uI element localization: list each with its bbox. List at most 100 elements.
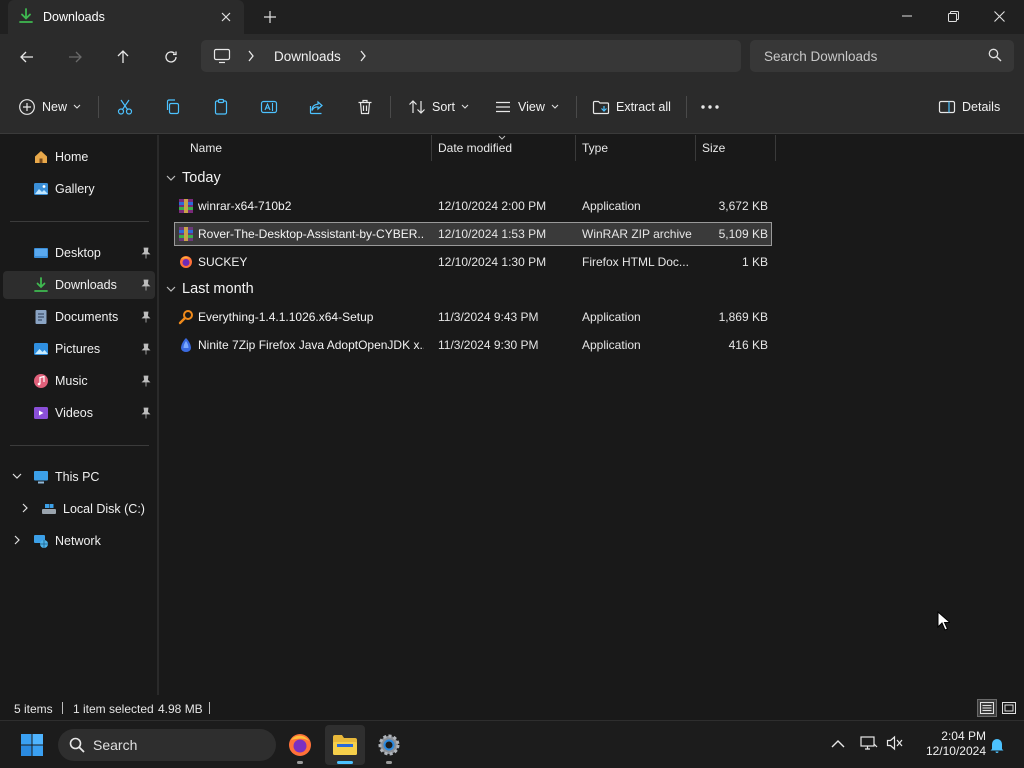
column-header-size[interactable]: Size <box>702 141 725 165</box>
details-view-button[interactable] <box>977 699 997 717</box>
sidebar-item-local-disk[interactable]: Local Disk (C:) <box>3 495 155 523</box>
chevron-right-icon[interactable] <box>20 503 30 513</box>
group-header-today[interactable]: Today <box>166 167 221 189</box>
winrar-icon <box>179 199 193 213</box>
extract-all-button[interactable]: Extract all <box>592 94 671 120</box>
pin-icon[interactable] <box>141 407 151 419</box>
tiles-view-button[interactable] <box>999 699 1019 717</box>
gallery-icon <box>34 183 48 195</box>
file-date: 12/10/2024 1:53 PM <box>438 227 547 241</box>
restore-icon <box>947 10 959 22</box>
pin-icon[interactable] <box>141 311 151 323</box>
music-folder-icon <box>34 374 48 388</box>
minimize-button[interactable] <box>884 0 930 32</box>
navigation-pane: Home Gallery Desktop Downloads Documents… <box>0 135 158 695</box>
view-button[interactable]: View <box>494 94 559 120</box>
taskbar-settings[interactable] <box>369 725 409 765</box>
file-list: Name Date modified Type Size Today winra… <box>160 135 1024 695</box>
chevron-right-icon[interactable] <box>359 49 367 63</box>
group-header-last-month[interactable]: Last month <box>166 278 254 300</box>
details-pane-icon <box>938 100 956 114</box>
network-icon <box>34 535 48 548</box>
taskbar-file-explorer[interactable] <box>325 725 365 765</box>
sort-button[interactable]: Sort <box>408 94 469 120</box>
plus-icon <box>264 11 276 23</box>
sidebar-item-pictures[interactable]: Pictures <box>3 335 155 363</box>
breadcrumb-downloads[interactable]: Downloads <box>274 49 341 64</box>
sidebar-item-videos[interactable]: Videos <box>3 399 155 427</box>
chevron-right-icon[interactable] <box>12 535 22 545</box>
sidebar-item-label: Network <box>55 534 101 548</box>
group-title: Today <box>182 170 221 186</box>
file-date: 12/10/2024 1:30 PM <box>438 255 547 269</box>
chevron-down-icon[interactable] <box>12 471 22 481</box>
file-row-selected[interactable]: Rover-The-Desktop-Assistant-by-CYBER... … <box>174 222 772 246</box>
file-row[interactable]: SUCKEY 12/10/2024 1:30 PM Firefox HTML D… <box>174 250 772 274</box>
file-row[interactable]: winrar-x64-710b2 12/10/2024 2:00 PM Appl… <box>174 194 772 218</box>
bell-icon[interactable] <box>989 737 1005 753</box>
close-window-button[interactable] <box>976 0 1022 32</box>
address-bar[interactable]: Downloads <box>201 40 741 72</box>
column-divider[interactable] <box>775 135 776 161</box>
rename-button[interactable] <box>260 94 278 120</box>
column-header-name[interactable]: Name <box>190 141 222 165</box>
selection-count: 1 item selected <box>73 702 154 716</box>
up-button[interactable] <box>108 43 138 71</box>
file-row[interactable]: Ninite 7Zip Firefox Java AdoptOpenJDK x.… <box>174 333 772 357</box>
sidebar-item-home[interactable]: Home <box>3 143 155 171</box>
paste-icon <box>214 98 228 115</box>
new-tab-button[interactable] <box>258 6 282 28</box>
taskbar-firefox[interactable] <box>280 725 320 765</box>
start-button[interactable] <box>12 725 52 765</box>
delete-button[interactable] <box>356 94 374 120</box>
sidebar-item-desktop[interactable]: Desktop <box>3 239 155 267</box>
sidebar-item-label: Downloads <box>55 278 117 292</box>
file-row[interactable]: Everything-1.4.1.1026.x64-Setup 11/3/202… <box>174 305 772 329</box>
copy-button[interactable] <box>164 94 182 120</box>
restore-button[interactable] <box>930 0 976 32</box>
column-header-date[interactable]: Date modified <box>438 141 512 165</box>
file-size: 416 KB <box>728 338 768 352</box>
taskbar-search[interactable]: Search <box>58 729 276 761</box>
sidebar-item-downloads[interactable]: Downloads <box>3 271 155 299</box>
new-button[interactable]: New <box>18 94 81 120</box>
arrow-up-icon <box>117 50 129 63</box>
pin-icon[interactable] <box>141 247 151 259</box>
tab-close-button[interactable] <box>216 7 236 27</box>
search-placeholder: Search Downloads <box>764 49 878 64</box>
sidebar-item-gallery[interactable]: Gallery <box>3 175 155 203</box>
tab-downloads[interactable]: Downloads <box>8 0 244 34</box>
sidebar-item-documents[interactable]: Documents <box>3 303 155 331</box>
pin-icon[interactable] <box>141 279 151 291</box>
forward-button[interactable] <box>60 43 90 71</box>
file-type: Application <box>582 199 641 213</box>
volume-muted-icon[interactable] <box>886 735 904 751</box>
pin-icon[interactable] <box>141 343 151 355</box>
videos-folder-icon <box>34 407 48 419</box>
column-header-type[interactable]: Type <box>582 141 608 165</box>
share-button[interactable] <box>308 94 326 120</box>
paste-button[interactable] <box>212 94 230 120</box>
details-pane-button[interactable]: Details <box>938 94 1000 120</box>
search-box[interactable]: Search Downloads <box>750 40 1014 72</box>
column-divider[interactable] <box>431 135 432 161</box>
close-icon <box>221 12 231 22</box>
sidebar-item-this-pc[interactable]: This PC <box>3 463 155 491</box>
more-options-button[interactable] <box>700 94 720 120</box>
chevron-up-icon[interactable] <box>831 739 845 748</box>
column-divider[interactable] <box>575 135 576 161</box>
cut-button[interactable] <box>116 94 134 120</box>
column-divider[interactable] <box>695 135 696 161</box>
clock[interactable]: 2:04 PM 12/10/2024 <box>914 729 986 759</box>
sidebar-item-music[interactable]: Music <box>3 367 155 395</box>
sidebar-item-network[interactable]: Network <box>3 527 155 555</box>
file-type: Application <box>582 338 641 352</box>
file-size: 1 KB <box>741 255 768 269</box>
pane-splitter[interactable] <box>157 135 159 695</box>
refresh-button[interactable] <box>156 43 186 71</box>
pin-icon[interactable] <box>141 375 151 387</box>
rename-icon <box>260 100 278 114</box>
share-icon <box>309 100 323 115</box>
network-status-icon[interactable] <box>860 735 878 751</box>
back-button[interactable] <box>12 43 42 71</box>
